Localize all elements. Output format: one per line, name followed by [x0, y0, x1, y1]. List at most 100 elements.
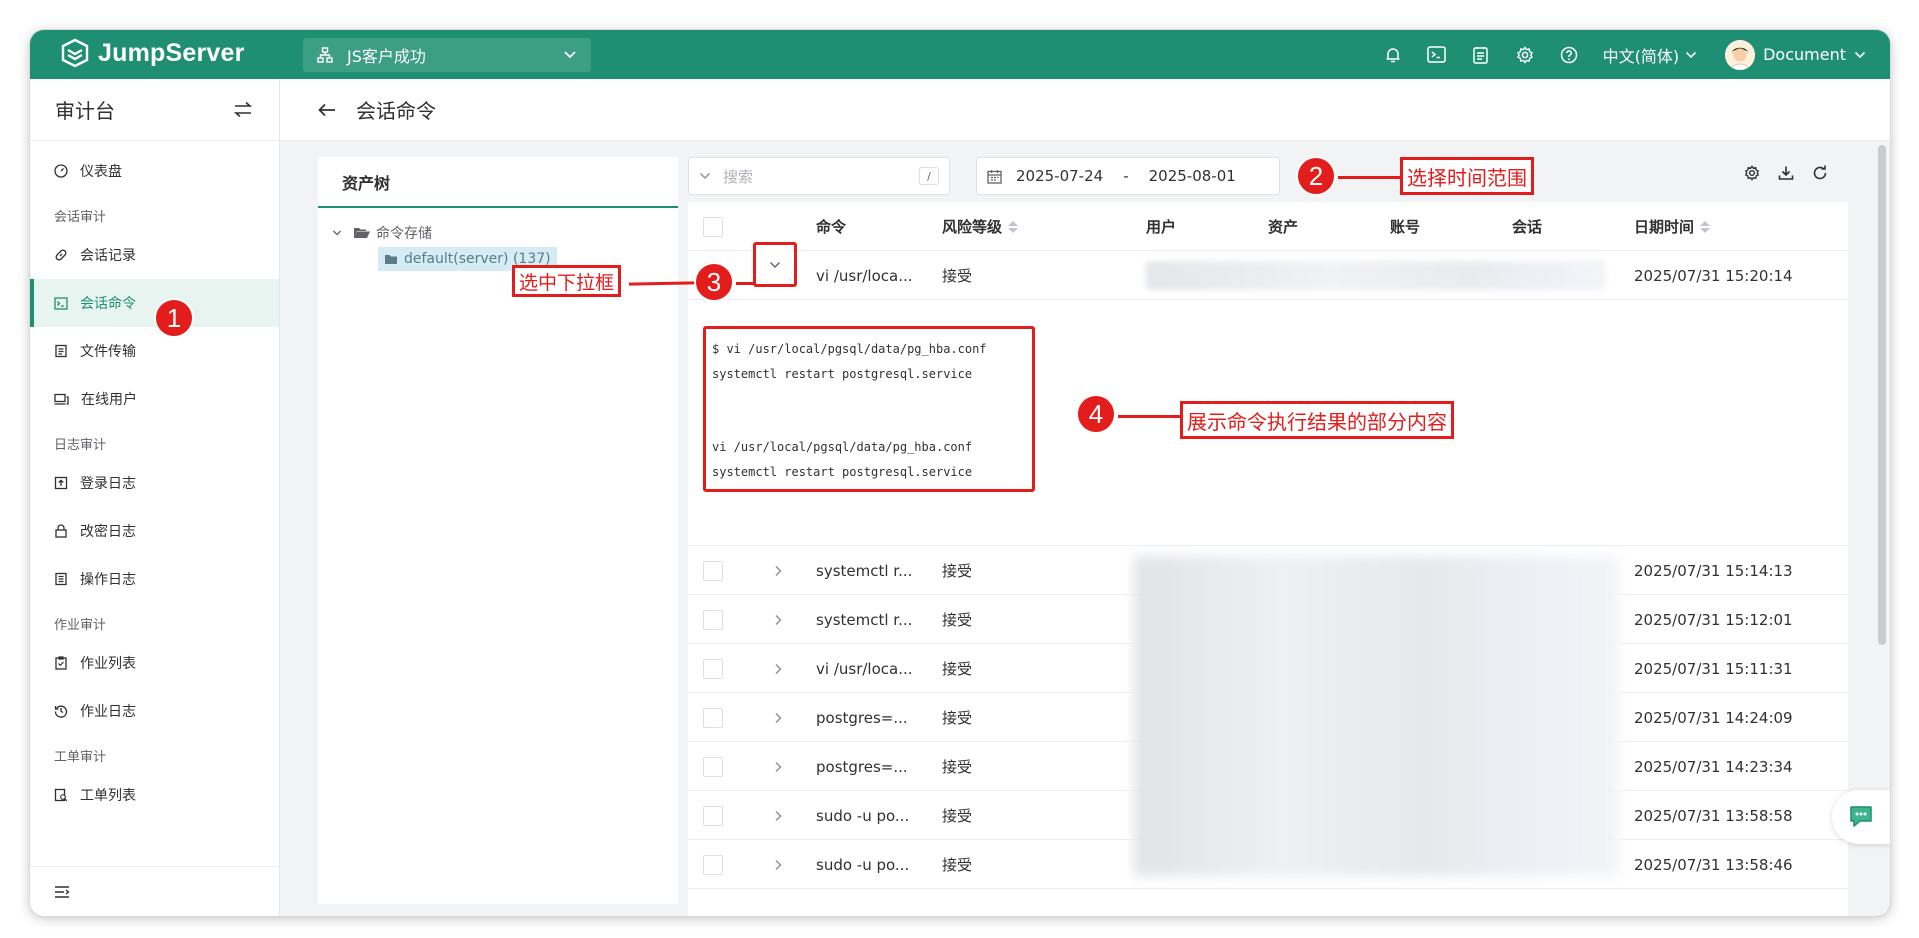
sort-icon[interactable] — [1008, 220, 1019, 233]
settings-button[interactable] — [1503, 30, 1547, 79]
table-row[interactable]: vi /usr/loca... 接受 2025/07/31 15:20:14 — [688, 251, 1848, 300]
checkbox[interactable] — [703, 805, 723, 826]
calendar-icon — [987, 169, 1002, 184]
tree-node-command-storage[interactable]: 命令存储 — [332, 223, 432, 243]
command-cell: postgres=... — [816, 757, 908, 776]
checkbox[interactable] — [703, 658, 723, 679]
sidebar-item-login-logs[interactable]: 登录日志 — [30, 459, 279, 507]
chevron-right-icon[interactable] — [774, 663, 782, 675]
expand-row-button[interactable] — [774, 595, 782, 644]
ticket-search-icon — [54, 788, 68, 802]
chevron-right-icon[interactable] — [774, 810, 782, 822]
page-scrollbar[interactable] — [1878, 145, 1886, 645]
switch-view-icon[interactable] — [233, 101, 253, 119]
sort-icon[interactable] — [1700, 220, 1711, 233]
chevron-down-icon[interactable] — [332, 229, 342, 237]
chevron-right-icon[interactable] — [774, 565, 782, 577]
sidebar-group-log-audit: 日志审计 — [54, 438, 107, 453]
redacted-cells — [1134, 556, 1618, 876]
risk-level-cell: 接受 — [942, 660, 973, 678]
expand-row-button[interactable] — [774, 644, 782, 693]
user-menu[interactable]: Document — [1725, 39, 1866, 70]
search-input[interactable]: 搜索 / — [688, 157, 950, 195]
datetime-cell: 2025/07/31 13:58:46 — [1634, 855, 1793, 874]
help-button[interactable] — [1547, 30, 1591, 79]
datetime-cell: 2025/07/31 13:58:58 — [1634, 806, 1793, 825]
expand-row-button[interactable] — [774, 693, 782, 742]
language-select[interactable]: 中文(简体) — [1603, 43, 1698, 67]
checkbox[interactable] — [703, 756, 723, 777]
annotation-connector-4 — [1118, 415, 1180, 418]
language-label: 中文(简体) — [1602, 46, 1680, 66]
date-range-end[interactable]: 2025-08-01 — [1149, 167, 1236, 185]
org-select[interactable]: JS客户成功 — [303, 38, 591, 72]
column-header-risk-level[interactable]: 风险等级 — [942, 202, 1019, 251]
sidebar-item-job-logs[interactable]: 作业日志 — [30, 687, 279, 735]
sidebar-item-label: 仪表盘 — [80, 164, 122, 180]
sidebar-item-online-users[interactable]: 在线用户 — [30, 375, 279, 423]
chevron-right-icon[interactable] — [774, 859, 782, 871]
select-all-checkbox[interactable] — [703, 202, 723, 251]
annotation-note-2: 选择时间范围 — [1400, 157, 1534, 195]
chat-assistant-button[interactable] — [1832, 790, 1890, 844]
annotation-connector-3b — [736, 282, 754, 285]
sidebar: 审计台 仪表盘 会话审计 会话记录 会话命令 文件传输 在线用户 日志审计 登录… — [30, 79, 280, 916]
table-header: 命令 风险等级 用户 资产 账号 会话 日期时间 — [688, 202, 1848, 251]
date-range-picker[interactable]: 2025-07-24 - 2025-08-01 — [976, 157, 1280, 195]
chevron-right-icon[interactable] — [774, 614, 782, 626]
sidebar-item-label: 作业列表 — [80, 656, 136, 672]
command-cell: sudo -u po... — [816, 855, 910, 874]
sidebar-item-password-change-logs[interactable]: 改密日志 — [30, 507, 279, 555]
annotation-badge-4: 4 — [1076, 394, 1116, 434]
sidebar-item-dashboard[interactable]: 仪表盘 — [30, 147, 279, 195]
row-checkbox[interactable] — [703, 693, 723, 742]
row-checkbox[interactable] — [703, 840, 723, 889]
sidebar-item-operation-logs[interactable]: 操作日志 — [30, 555, 279, 603]
chevron-down-icon[interactable] — [769, 261, 781, 269]
sidebar-item-session-records[interactable]: 会话记录 — [30, 231, 279, 279]
output-line: vi /usr/local/pgsql/data/pg_hba.conf — [712, 440, 973, 454]
column-header-datetime[interactable]: 日期时间 — [1634, 202, 1711, 251]
row-checkbox[interactable] — [703, 742, 723, 791]
row-checkbox[interactable] — [703, 644, 723, 693]
annotation-badge-2: 2 — [1296, 156, 1336, 196]
sidebar-item-ticket-list[interactable]: 工单列表 — [30, 771, 279, 819]
top-bar-actions: 中文(简体) Document — [1371, 30, 1890, 79]
chevron-right-icon[interactable] — [774, 761, 782, 773]
notification-button[interactable] — [1371, 30, 1415, 79]
refresh-icon[interactable] — [1812, 165, 1828, 181]
chevron-right-icon[interactable] — [774, 712, 782, 724]
sidebar-item-file-transfer[interactable]: 文件传输 — [30, 327, 279, 375]
annotation-note-4: 展示命令执行结果的部分内容 — [1180, 401, 1454, 439]
expand-row-button[interactable] — [774, 791, 782, 840]
checkbox[interactable] — [703, 560, 723, 581]
chat-bubble-icon — [1850, 806, 1872, 827]
column-header-label: 风险等级 — [942, 218, 1003, 236]
back-arrow-icon[interactable] — [318, 103, 336, 117]
org-tree-icon — [317, 47, 333, 63]
chevron-down-icon — [1686, 51, 1697, 58]
date-range-start[interactable]: 2025-07-24 — [1016, 167, 1103, 185]
row-checkbox[interactable] — [703, 595, 723, 644]
expand-row-button[interactable] — [774, 840, 782, 889]
brand-logo[interactable]: JumpServer — [60, 38, 245, 68]
checkbox[interactable] — [703, 854, 723, 875]
sidebar-collapse-button[interactable] — [30, 866, 279, 916]
gear-icon[interactable] — [1744, 165, 1760, 181]
sidebar-item-job-list[interactable]: 作业列表 — [30, 639, 279, 687]
checkbox[interactable] — [703, 609, 723, 630]
expand-row-button[interactable] — [753, 242, 797, 287]
expand-row-button[interactable] — [774, 546, 782, 595]
tickets-button[interactable] — [1459, 30, 1503, 79]
row-checkbox[interactable] — [703, 546, 723, 595]
row-checkbox[interactable] — [703, 791, 723, 840]
expand-row-button[interactable] — [774, 742, 782, 791]
sidebar-item-label: 作业日志 — [80, 704, 136, 720]
checkbox[interactable] — [703, 707, 723, 728]
chevron-down-icon[interactable] — [699, 172, 711, 180]
checkbox[interactable] — [703, 216, 723, 237]
web-terminal-button[interactable] — [1415, 30, 1459, 79]
operation-log-icon — [55, 572, 67, 586]
download-icon[interactable] — [1778, 165, 1794, 181]
